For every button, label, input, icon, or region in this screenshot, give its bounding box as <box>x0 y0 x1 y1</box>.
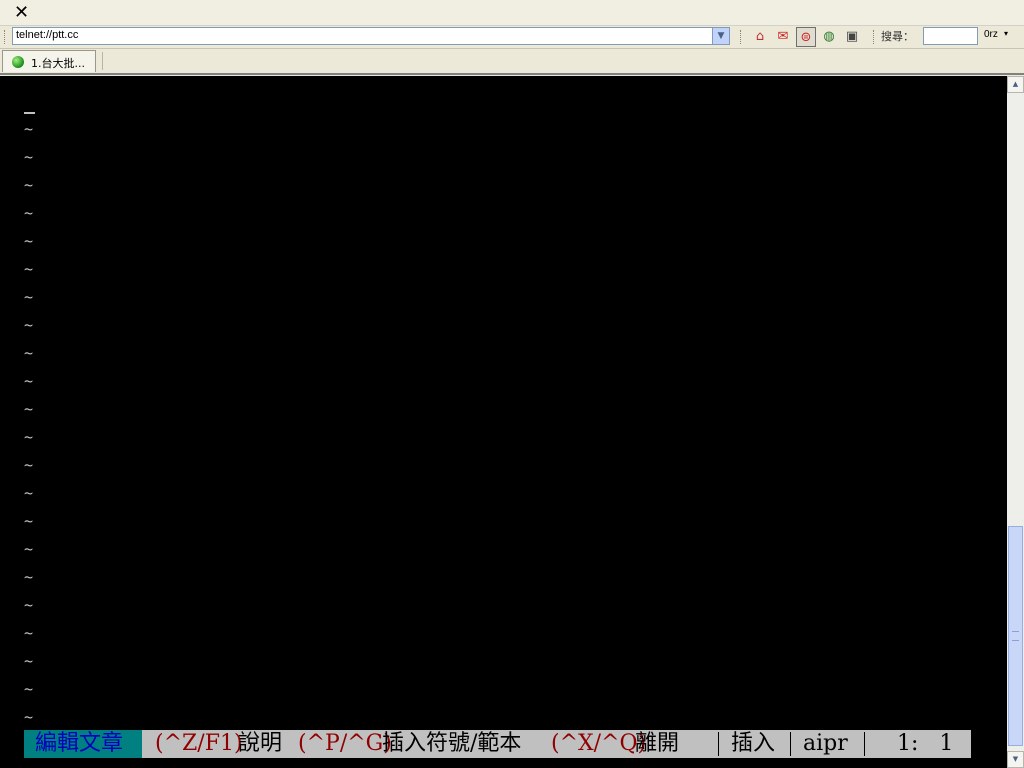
search-input[interactable] <box>923 27 978 45</box>
tab-connection-1[interactable]: 1.台大批... <box>2 50 96 72</box>
toolbar-grip[interactable] <box>873 30 876 44</box>
exit-label: 離開 <box>635 731 680 756</box>
cursor-position: 1: 1 <box>897 731 954 756</box>
address-text: telnet://ptt.cc <box>16 29 79 41</box>
empty-line-marker: ~ <box>24 512 34 530</box>
empty-line-marker: ~ <box>24 204 34 222</box>
close-icon[interactable]: ✕ <box>14 2 29 23</box>
insert-symbol-key: (^P/^G) <box>298 731 392 756</box>
empty-line-marker: ~ <box>24 148 34 166</box>
text-cursor <box>24 112 35 114</box>
empty-line-marker: ~ <box>24 624 34 642</box>
terminal-icon[interactable]: ▣ <box>842 27 862 47</box>
empty-line-marker: ~ <box>24 344 34 362</box>
help-key: (^Z/F1) <box>155 731 243 756</box>
grip-icon <box>1012 631 1019 641</box>
connected-status-icon <box>12 56 24 68</box>
home-icon[interactable]: ⌂ <box>750 27 770 47</box>
address-toolbar: telnet://ptt.cc ▼ ⌂ ✉ ⊜ ◍ ▣ 搜尋： 0rz ▾ <box>0 26 1024 49</box>
editor-status-bar: 編輯文章 (^Z/F1) 說明 (^P/^G) 插入符號/範本 (^X/^Q) … <box>24 730 971 758</box>
empty-line-marker: ~ <box>24 540 34 558</box>
vertical-scrollbar[interactable]: ▲ ▼ <box>1007 76 1024 768</box>
toolbar-grip[interactable] <box>4 30 7 44</box>
terminal-screen[interactable]: ~ ~ ~ ~ ~ ~ ~ ~ ~ ~ ~ ~ ~ ~ ~ ~ ~ ~ ~ ~ ~ ~ 編輯文章 (^Z/F1) 說明 (… <box>0 76 1007 768</box>
chevron-down-icon[interactable]: ▾ <box>1004 29 1008 38</box>
address-input[interactable]: telnet://ptt.cc ▼ <box>12 27 730 45</box>
favorites-icon[interactable]: ✉ <box>773 27 793 47</box>
status-divider <box>718 732 719 756</box>
empty-line-marker: ~ <box>24 428 34 446</box>
exit-key: (^X/^Q) <box>551 731 647 756</box>
empty-line-marker: ~ <box>24 400 34 418</box>
search-engine-select[interactable]: 0rz <box>984 29 998 40</box>
scroll-up-icon[interactable]: ▲ <box>1007 76 1024 93</box>
empty-line-marker: ~ <box>24 232 34 250</box>
scroll-down-icon[interactable]: ▼ <box>1007 751 1024 768</box>
empty-line-marker: ~ <box>24 484 34 502</box>
empty-line-marker: ~ <box>24 680 34 698</box>
empty-line-marker: ~ <box>24 652 34 670</box>
empty-line-marker: ~ <box>24 596 34 614</box>
help-label: 說明 <box>238 731 283 756</box>
tab-label: 1.台大批... <box>31 57 85 70</box>
empty-line-marker: ~ <box>24 316 34 334</box>
connect-icon[interactable]: ⊜ <box>796 27 816 47</box>
status-divider <box>790 732 791 756</box>
editor-flags: aipr <box>803 731 848 756</box>
scroll-thumb[interactable] <box>1008 526 1023 746</box>
empty-line-marker: ~ <box>24 708 34 726</box>
empty-line-marker: ~ <box>24 288 34 306</box>
empty-line-marker: ~ <box>24 372 34 390</box>
empty-line-marker: ~ <box>24 120 34 138</box>
toolbar-grip[interactable] <box>740 30 743 44</box>
tab-divider <box>102 52 103 70</box>
tab-bar: 1.台大批... <box>0 49 1024 75</box>
empty-line-marker: ~ <box>24 456 34 474</box>
close-bar: ✕ <box>0 0 1024 26</box>
empty-line-marker: ~ <box>24 176 34 194</box>
empty-line-marker: ~ <box>24 568 34 586</box>
empty-line-marker: ~ <box>24 260 34 278</box>
input-mode: 插入 <box>731 731 776 756</box>
insert-symbol-label: 插入符號/範本 <box>382 731 522 756</box>
chevron-down-icon[interactable]: ▼ <box>712 28 729 44</box>
status-divider <box>864 732 865 756</box>
mode-title: 編輯文章 <box>24 730 142 758</box>
search-label: 搜尋： <box>881 30 914 43</box>
globe-icon[interactable]: ◍ <box>819 27 839 47</box>
